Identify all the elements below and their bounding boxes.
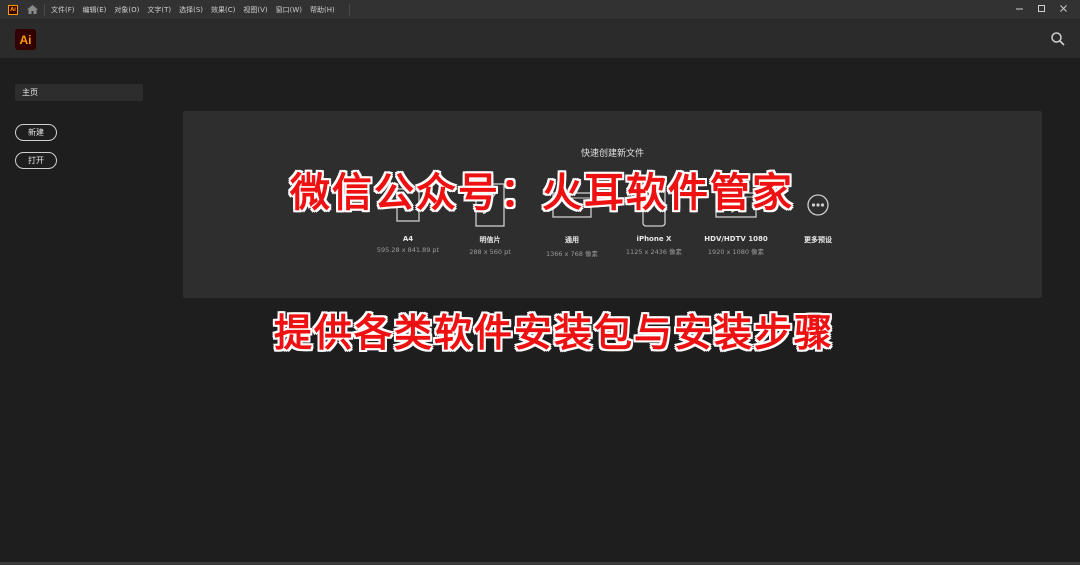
maximize-icon[interactable] (1030, 4, 1052, 16)
menu-file[interactable]: 文件(F) (51, 5, 75, 15)
quick-create-title: 快速创建新文件 (580, 149, 644, 159)
menu-help[interactable]: 帮助(H) (310, 5, 335, 15)
search-icon[interactable] (1050, 31, 1066, 47)
watermark-line-2: 提供各类软件安装包与安装步骤 (273, 311, 834, 355)
illustrator-logo: Ai (15, 29, 36, 50)
menu-type[interactable]: 文字(T) (147, 5, 171, 15)
close-icon[interactable] (1052, 4, 1074, 16)
menu-separator (348, 3, 350, 16)
watermark-line-1: 微信公众号：火耳软件管家 (290, 170, 794, 216)
menu-effect[interactable]: 效果(C) (211, 5, 235, 15)
menu-separator (44, 3, 45, 16)
app-small-logo: Ai (8, 4, 18, 15)
preset-name: 更多预设 (804, 236, 832, 244)
menu-select[interactable]: 选择(S) (179, 5, 203, 15)
home-icon[interactable] (26, 5, 38, 15)
menu-edit[interactable]: 编辑(E) (83, 5, 107, 15)
menu-bar: Ai 文件(F) 编辑(E) 对象(O) 文字(T) 选择(S) 效果(C) 视… (0, 0, 1080, 20)
new-button[interactable]: 新建 (15, 124, 57, 141)
preset-size: 1920 x 1080 像素 (707, 248, 765, 256)
minimize-icon[interactable] (1008, 4, 1030, 16)
menu-view[interactable]: 视图(V) (243, 5, 267, 15)
sidebar-item-home[interactable]: 主页 (15, 84, 143, 101)
app-header: Ai (0, 20, 1080, 58)
menu-object[interactable]: 对象(O) (114, 5, 139, 15)
menu-window[interactable]: 窗口(W) (276, 5, 302, 15)
